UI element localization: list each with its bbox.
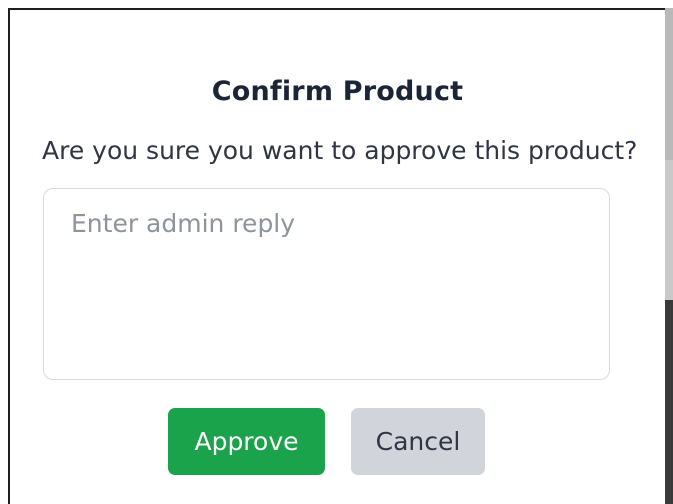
page-backdrop (665, 8, 673, 504)
backdrop-panel-dark (665, 300, 673, 504)
screen: Confirm Product Are you sure you want to… (0, 0, 673, 504)
dialog-border (8, 8, 665, 504)
backdrop-panel-middle (665, 160, 673, 300)
backdrop-panel-top (665, 8, 673, 160)
